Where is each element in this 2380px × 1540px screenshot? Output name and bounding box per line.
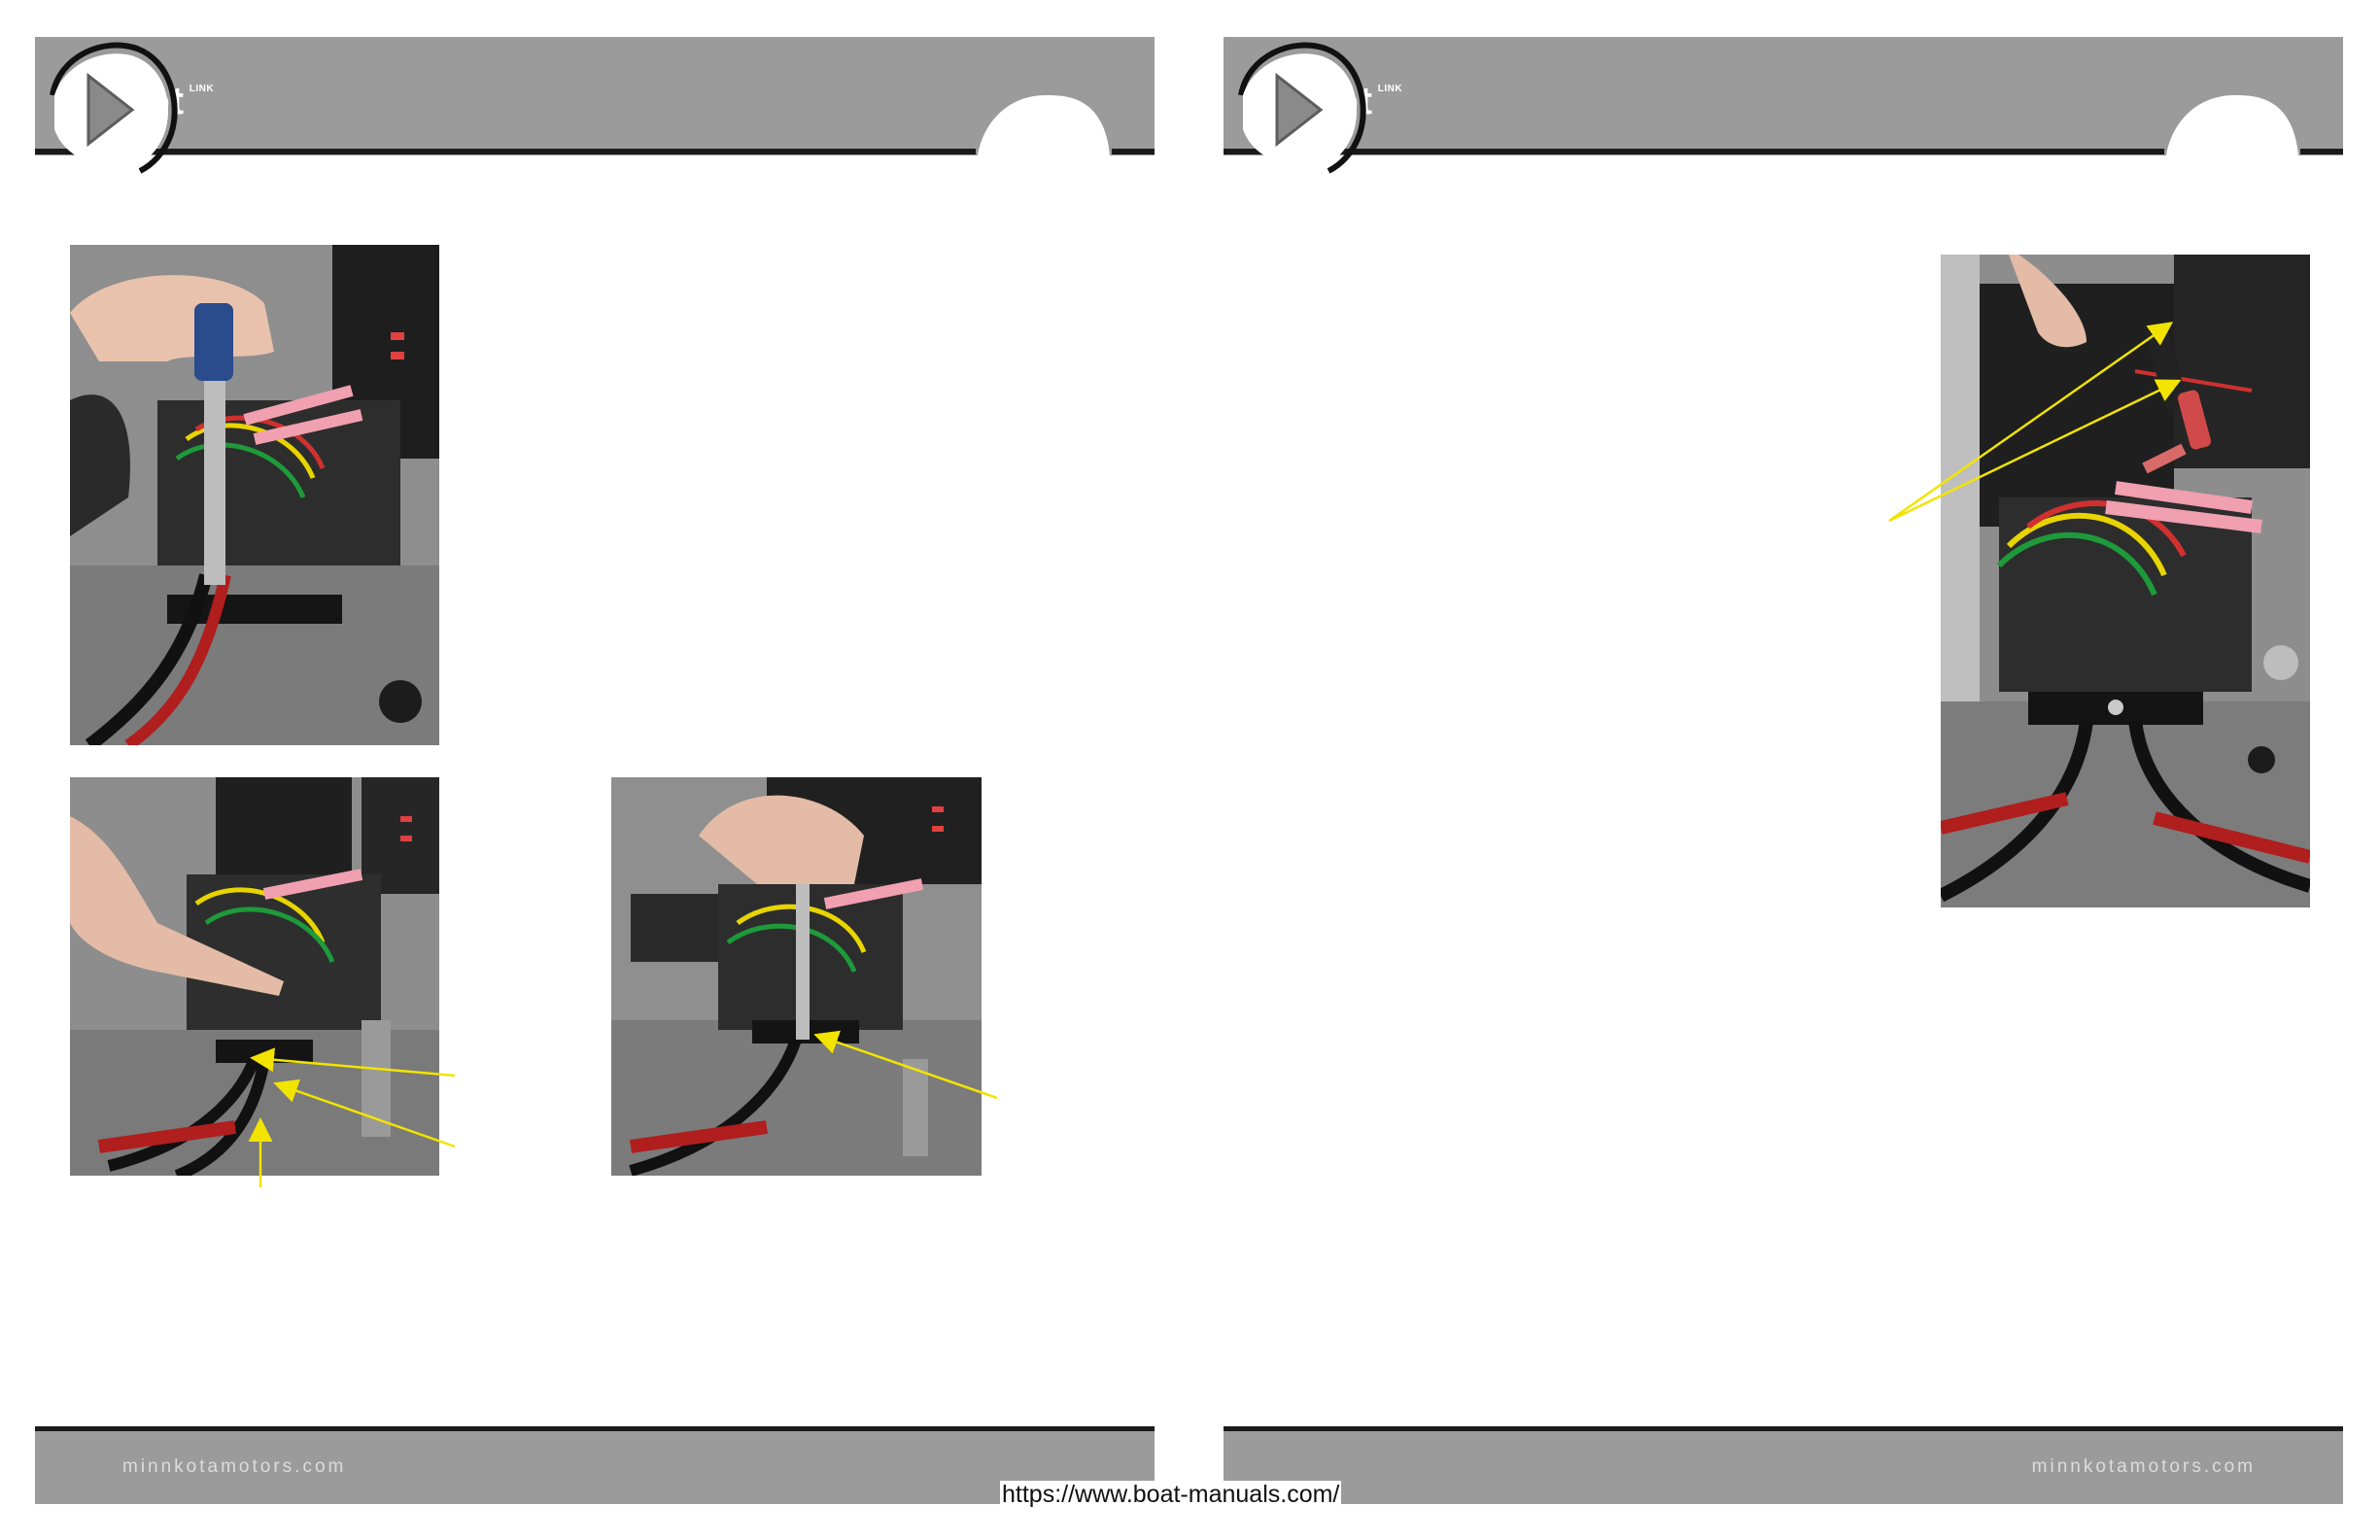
footer-band: minnkotamotors.com	[35, 1431, 1155, 1504]
page-footer: minnkotamotors.com	[1224, 1426, 2343, 1504]
page-footer: minnkotamotors.com	[35, 1426, 1155, 1504]
logo-superscript: LINK	[1377, 83, 1403, 94]
right-page: i-Pilot LINK	[1224, 0, 2380, 1540]
next-page-button[interactable]	[35, 37, 181, 183]
next-page-button[interactable]	[1224, 37, 1369, 183]
footer-website[interactable]: minnkotamotors.com	[2032, 1456, 2256, 1478]
page-header: i-Pilot LINK	[1224, 37, 2343, 174]
photo-finger-pointing	[70, 777, 439, 1176]
source-link[interactable]: https://www.boat-manuals.com/	[1000, 1481, 1342, 1509]
left-page: i-Pilot LINK	[35, 0, 1191, 1540]
header-band	[35, 37, 1155, 155]
photo-tightening-clamp	[611, 777, 982, 1176]
footer-band: minnkotamotors.com	[1224, 1431, 2343, 1504]
page-header: i-Pilot LINK	[35, 37, 1155, 174]
header-band	[1224, 37, 2343, 155]
photo-screwdriver-clamp	[70, 245, 439, 745]
photo-wire-connectors	[1941, 255, 2310, 907]
logo-superscript: LINK	[189, 83, 215, 94]
footer-website[interactable]: minnkotamotors.com	[122, 1456, 346, 1478]
